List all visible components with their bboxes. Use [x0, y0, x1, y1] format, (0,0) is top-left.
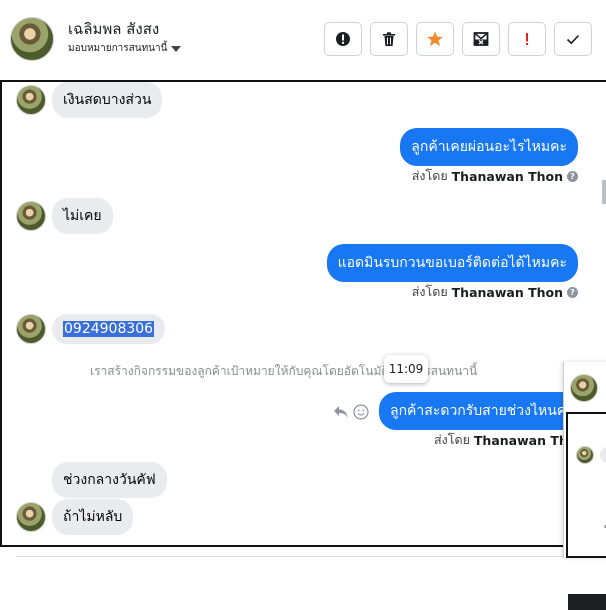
timestamp-tooltip: 11:09	[384, 355, 428, 383]
contact-avatar[interactable]	[10, 17, 54, 61]
sent-by-prefix: ส่งโดย	[434, 432, 470, 447]
message-bubble[interactable]: 0924908306	[52, 314, 166, 344]
contact-avatar[interactable]	[16, 201, 46, 231]
contact-avatar[interactable]	[16, 502, 46, 532]
alert-circle-icon	[336, 32, 350, 46]
assign-label: มอบหมายการสนทนานี้	[68, 43, 168, 54]
sent-by-label: ส่งโดย Thanawan Thon ?	[412, 166, 578, 186]
message-bubble[interactable]: ช่วงกลางวันคัฟ	[52, 462, 167, 498]
sent-by-prefix: ส่งโดย	[411, 168, 448, 183]
envelope-x-icon	[473, 32, 489, 46]
spam-button[interactable]	[508, 22, 546, 56]
star-icon	[427, 31, 443, 47]
contact-avatar[interactable]	[570, 374, 598, 402]
emoji-icon[interactable]	[353, 404, 369, 420]
contact-avatar[interactable]	[16, 314, 46, 344]
side-chat-preview[interactable]: 4	[563, 362, 606, 610]
outgoing-message-bubble[interactable]: ลูกค้าสะดวกรับสายช่วงไหนคะ	[379, 392, 585, 430]
reply-icon[interactable]	[333, 405, 349, 419]
done-button[interactable]	[554, 22, 592, 56]
incoming-message: ช่วงกลางวันคัฟ	[16, 462, 167, 498]
incoming-message: ไม่เคย	[16, 198, 113, 234]
sent-by-agent[interactable]: Thanawan Thon	[452, 169, 563, 184]
toolbar	[324, 22, 592, 56]
exclamation-icon	[526, 33, 528, 45]
check-icon	[566, 34, 580, 45]
sent-by-label: ส่งโดย Thanawan Thon ?	[412, 282, 578, 302]
sent-by-prefix: ส่งโดย	[411, 284, 448, 299]
help-icon[interactable]: ?	[567, 286, 578, 298]
message-bubble[interactable]: เงินสดบางส่วน	[52, 82, 163, 118]
sent-by-agent[interactable]: Thanawan Thon	[452, 285, 563, 300]
composer-edge	[0, 547, 606, 558]
caret-down-icon	[171, 45, 182, 52]
side-footer	[568, 594, 606, 610]
star-button[interactable]	[416, 22, 454, 56]
message-actions	[333, 404, 369, 420]
contact-avatar[interactable]	[16, 85, 46, 115]
selected-text[interactable]: 0924908306	[63, 321, 155, 337]
conversation-header: เฉลิมพล สังสง มอบหมายการสนทนานี้	[0, 0, 606, 80]
trash-icon	[383, 32, 395, 46]
assign-conversation-dropdown[interactable]: มอบหมายการสนทนานี้	[68, 41, 182, 56]
outgoing-message-bubble[interactable]: แอดมินรบกวนขอเบอร์ติดต่อได้ไหมคะ	[326, 244, 578, 282]
scrollbar[interactable]	[602, 180, 606, 204]
incoming-message: 0924908306	[16, 314, 166, 344]
help-icon[interactable]: ?	[567, 170, 578, 182]
incoming-message: ถ้าไม่หลับ	[16, 499, 134, 535]
side-thread: 4	[566, 412, 606, 610]
side-message-bubble	[600, 447, 606, 463]
contact-name[interactable]: เฉลิมพล สังสง	[68, 17, 159, 41]
delete-button[interactable]	[370, 22, 408, 56]
message-bubble[interactable]: ถ้าไม่หลับ	[52, 499, 134, 535]
archive-button[interactable]	[462, 22, 500, 56]
alert-button[interactable]	[324, 22, 362, 56]
message-thread[interactable]: เงินสดบางส่วน ลูกค้าเคยผ่อนอะไรไหมคะ ส่ง…	[0, 80, 606, 547]
incoming-message: เงินสดบางส่วน	[16, 82, 163, 118]
message-bubble[interactable]: ไม่เคย	[52, 198, 113, 234]
contact-avatar	[576, 446, 594, 464]
outgoing-message-bubble[interactable]: ลูกค้าเคยผ่อนอะไรไหมคะ	[400, 128, 578, 166]
